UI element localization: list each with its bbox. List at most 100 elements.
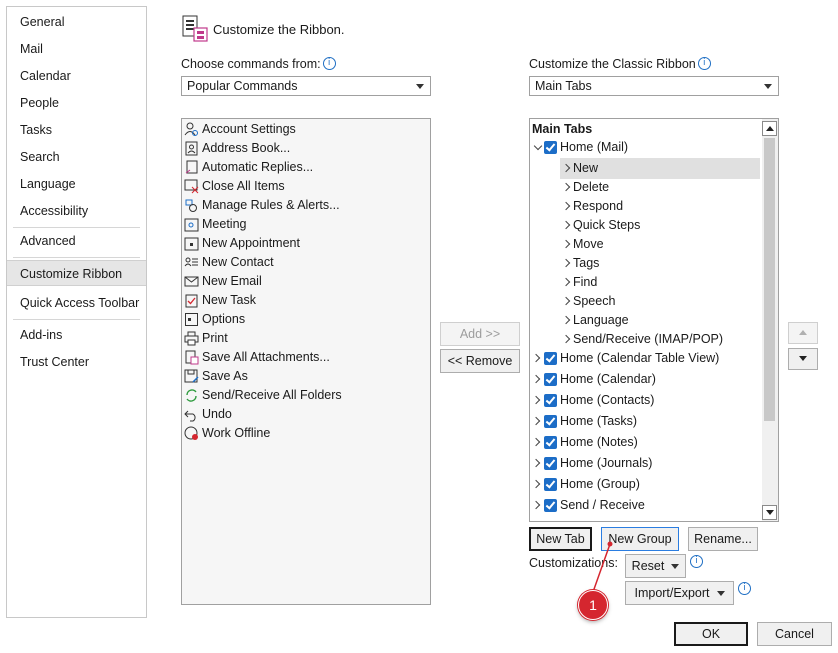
- save-as-icon: [184, 369, 199, 383]
- chevron-right-icon[interactable]: [531, 353, 541, 363]
- work-offline-icon: [184, 426, 198, 440]
- undo-icon: [184, 410, 196, 422]
- chevron-right-icon[interactable]: [531, 437, 541, 447]
- nav-item-trust-center[interactable]: Trust Center: [7, 349, 146, 375]
- new-tab-button[interactable]: New Tab: [529, 527, 592, 551]
- checkbox-checked[interactable]: [544, 478, 557, 491]
- move-down-button[interactable]: [788, 348, 818, 370]
- page-title: Customize the Ribbon.: [213, 22, 345, 37]
- remove-button[interactable]: << Remove: [440, 349, 520, 373]
- rename-button[interactable]: Rename...: [688, 527, 758, 551]
- commands-list[interactable]: Account Settings Address Book... Automat…: [181, 118, 431, 605]
- info-icon[interactable]: i: [738, 582, 751, 595]
- address-book-icon: [185, 141, 198, 156]
- chevron-right-icon[interactable]: [531, 458, 541, 468]
- checkbox-checked[interactable]: [544, 436, 557, 449]
- scroll-down-button[interactable]: [762, 505, 777, 520]
- scroll-up-button[interactable]: [762, 121, 777, 136]
- checkbox-checked[interactable]: [544, 457, 557, 470]
- chevron-right-icon[interactable]: [531, 374, 541, 384]
- nav-divider: [13, 257, 140, 258]
- chevron-down-icon: [416, 84, 424, 89]
- move-up-button[interactable]: [788, 322, 818, 344]
- email-icon: [184, 276, 199, 287]
- nav-item-general[interactable]: General: [7, 9, 146, 35]
- chevron-right-icon[interactable]: [561, 182, 571, 192]
- chevron-down-icon: [764, 84, 772, 89]
- tree-item-label: Home (Mail): [560, 140, 629, 154]
- nav-item-calendar[interactable]: Calendar: [7, 63, 146, 89]
- chevron-right-icon[interactable]: [561, 277, 571, 287]
- customize-ribbon-icon: [182, 15, 208, 42]
- nav-item-customize-ribbon[interactable]: Customize Ribbon: [7, 260, 146, 286]
- nav-item-search[interactable]: Search: [7, 144, 146, 170]
- arrow-down-icon: [799, 356, 807, 361]
- nav-item-quick-access-toolbar[interactable]: Quick Access Toolbar: [7, 290, 146, 316]
- nav-item-advanced[interactable]: Advanced: [7, 228, 146, 254]
- nav-divider: [13, 319, 140, 320]
- checkbox-checked[interactable]: [544, 373, 557, 386]
- meeting-icon: [184, 218, 199, 232]
- callout-badge: 1: [578, 590, 608, 620]
- choose-commands-label: Choose commands from: i: [181, 57, 336, 71]
- attachments-icon: [185, 350, 199, 365]
- chevron-right-icon[interactable]: [561, 296, 571, 306]
- tree-child-item[interactable]: New: [560, 158, 760, 179]
- task-icon: [185, 294, 198, 308]
- nav-item-people[interactable]: People: [7, 90, 146, 116]
- nav-item-language[interactable]: Language: [7, 171, 146, 197]
- options-nav: General Mail Calendar People Tasks Searc…: [6, 6, 147, 618]
- scroll-thumb[interactable]: [764, 138, 775, 421]
- import-export-button[interactable]: Import/Export: [625, 581, 734, 605]
- checkbox-checked[interactable]: [544, 394, 557, 407]
- chevron-right-icon[interactable]: [561, 315, 571, 325]
- chevron-right-icon[interactable]: [561, 201, 571, 211]
- person-gear-icon: [184, 122, 198, 136]
- arrow-up-icon: [766, 126, 774, 131]
- chevron-right-icon[interactable]: [531, 395, 541, 405]
- arrow-up-icon: [799, 330, 807, 335]
- tree-scrollbar[interactable]: [762, 119, 778, 521]
- ribbon-tree[interactable]: Main Tabs Home (Mail) New Delete Respond…: [529, 118, 779, 522]
- arrow-down-icon: [766, 510, 774, 515]
- checkbox-checked[interactable]: [544, 415, 557, 428]
- ok-button[interactable]: OK: [674, 622, 748, 646]
- chevron-right-icon[interactable]: [531, 500, 541, 510]
- chevron-right-icon[interactable]: [531, 479, 541, 489]
- send-receive-icon: [186, 389, 197, 402]
- chevron-right-icon[interactable]: [561, 334, 571, 344]
- chevron-right-icon[interactable]: [561, 163, 571, 173]
- chevron-right-icon[interactable]: [561, 220, 571, 230]
- chevron-right-icon[interactable]: [531, 416, 541, 426]
- rules-icon: [185, 199, 197, 212]
- ribbon-tabs-dropdown[interactable]: Main Tabs: [529, 76, 779, 96]
- close-items-icon: [184, 179, 199, 194]
- nav-item-accessibility[interactable]: Accessibility: [7, 198, 146, 224]
- checkbox-checked[interactable]: [544, 352, 557, 365]
- commands-source-dropdown[interactable]: Popular Commands: [181, 76, 431, 96]
- options-icon: [185, 313, 198, 326]
- chevron-right-icon[interactable]: [561, 239, 571, 249]
- checkbox-checked[interactable]: [544, 499, 557, 512]
- cancel-button[interactable]: Cancel: [757, 622, 832, 646]
- callout-pointer: [592, 541, 613, 593]
- nav-item-tasks[interactable]: Tasks: [7, 117, 146, 143]
- appointment-icon: [184, 237, 199, 251]
- nav-item-add-ins[interactable]: Add-ins: [7, 322, 146, 348]
- auto-reply-icon: [185, 160, 198, 174]
- checkbox-checked[interactable]: [544, 141, 557, 154]
- chevron-down-icon: [671, 564, 680, 570]
- contact-icon: [184, 257, 198, 267]
- reset-button[interactable]: Reset: [625, 554, 686, 578]
- info-icon[interactable]: i: [697, 57, 711, 70]
- add-button[interactable]: Add >>: [440, 322, 520, 346]
- customize-ribbon-label: Customize the Classic Ribbon i: [529, 57, 711, 71]
- chevron-down-icon: [716, 591, 725, 597]
- chevron-down-icon[interactable]: [533, 141, 543, 151]
- info-icon[interactable]: i: [322, 57, 336, 70]
- chevron-right-icon[interactable]: [561, 258, 571, 268]
- tree-item-home-mail[interactable]: Home (Mail): [530, 137, 760, 158]
- nav-item-mail[interactable]: Mail: [7, 36, 146, 62]
- info-icon[interactable]: i: [690, 555, 703, 568]
- print-icon: [184, 331, 199, 346]
